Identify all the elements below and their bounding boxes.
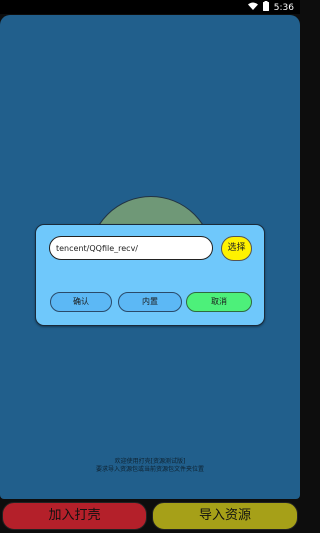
builtin-button[interactable]: 内置 — [118, 292, 182, 312]
hint-line-2: 要求导入资源包或当前资源包文件夹位置 — [95, 466, 204, 473]
cancel-button[interactable]: 取消 — [186, 292, 252, 312]
battery-icon — [262, 1, 269, 14]
hint-line-1: 欢迎使用打壳[资源测试版] — [114, 458, 186, 465]
clock: 5:36 — [273, 2, 294, 13]
path-input[interactable] — [49, 236, 213, 260]
choose-button[interactable]: 选择 — [221, 236, 252, 261]
path-dialog: 选择 确认 内置 取消 — [35, 224, 265, 326]
wifi-icon — [247, 2, 258, 13]
status-bar: 5:36 — [0, 0, 300, 14]
status-icons: 5:36 — [247, 1, 294, 14]
add-shell-button[interactable]: 加入打壳 — [2, 502, 147, 530]
confirm-button[interactable]: 确认 — [50, 292, 112, 312]
import-resource-button[interactable]: 导入资源 — [152, 502, 298, 530]
hint-text: 欢迎使用打壳[资源测试版] 要求导入资源包或当前资源包文件夹位置 — [0, 458, 300, 474]
